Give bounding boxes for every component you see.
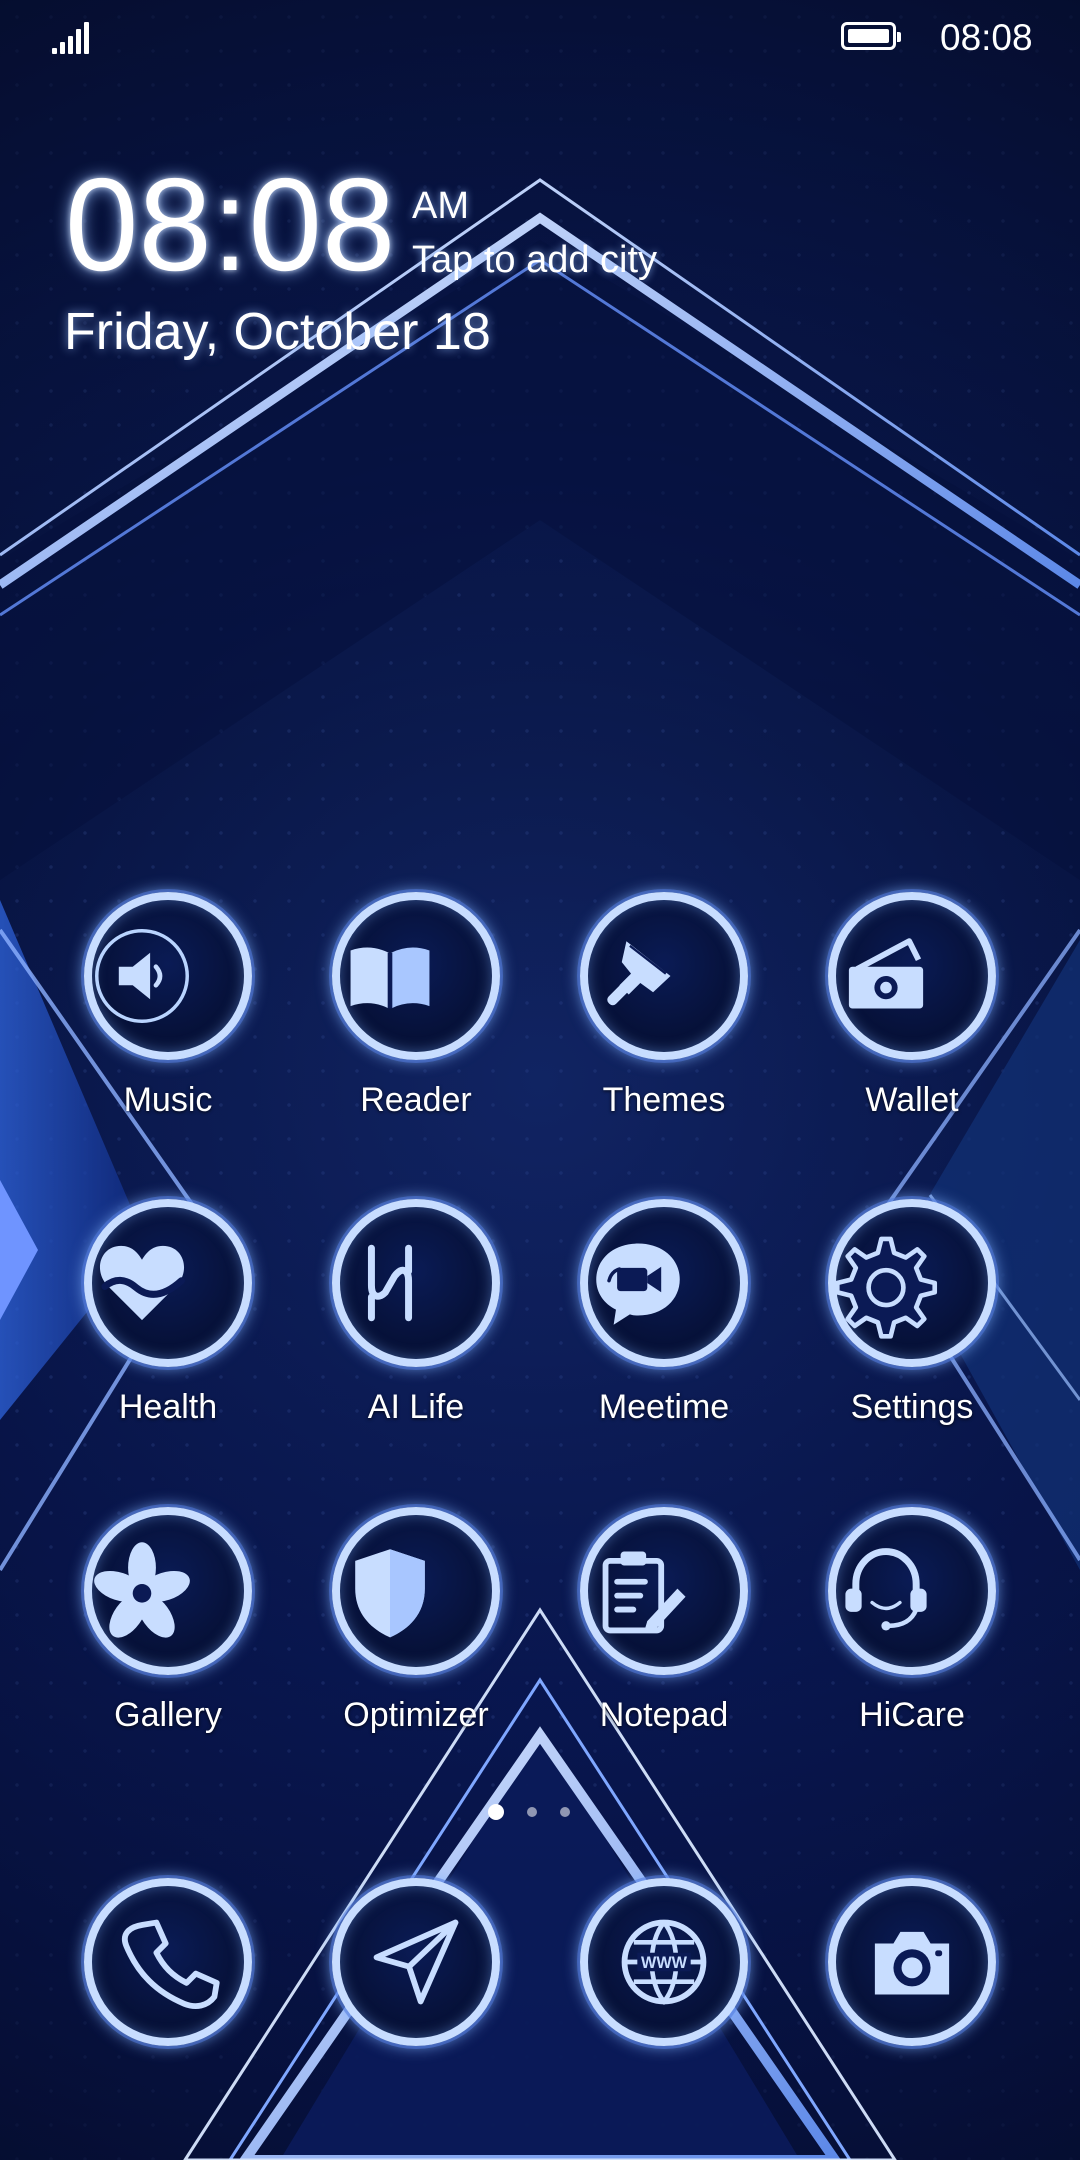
app-notepad[interactable]: Notepad bbox=[554, 1507, 774, 1767]
camera-icon bbox=[874, 1931, 950, 1995]
gear-icon bbox=[834, 1236, 938, 1339]
dock-camera[interactable] bbox=[828, 1878, 996, 2046]
app-ai-life[interactable]: AI Life bbox=[306, 1199, 526, 1459]
app-label: HiCare bbox=[859, 1696, 965, 1734]
send-icon bbox=[373, 1919, 459, 2005]
app-hicare[interactable]: HiCare bbox=[802, 1507, 1022, 1767]
video-chat-icon bbox=[596, 1243, 680, 1325]
app-label: Themes bbox=[602, 1081, 726, 1119]
dock-phone[interactable] bbox=[84, 1878, 252, 2046]
heart-icon bbox=[99, 1245, 185, 1321]
app-label: Wallet bbox=[865, 1081, 959, 1119]
shield-icon bbox=[355, 1549, 425, 1638]
dock-browser[interactable]: WWW bbox=[580, 1878, 748, 2046]
app-label: Settings bbox=[850, 1388, 974, 1426]
brush-icon bbox=[607, 941, 671, 1006]
app-meetime[interactable]: Meetime bbox=[554, 1199, 774, 1459]
app-label: Reader bbox=[360, 1081, 472, 1119]
app-optimizer[interactable]: Optimizer bbox=[306, 1507, 526, 1767]
book-icon bbox=[350, 947, 430, 1009]
speaker-icon bbox=[95, 929, 189, 1023]
app-wallet[interactable]: Wallet bbox=[802, 892, 1022, 1152]
notepad-icon bbox=[602, 1551, 686, 1634]
page-dot-active[interactable] bbox=[488, 1804, 504, 1820]
app-reader[interactable]: Reader bbox=[306, 892, 526, 1152]
app-themes[interactable]: Themes bbox=[554, 892, 774, 1152]
svg-text:WWW: WWW bbox=[641, 1954, 688, 1972]
flower-icon bbox=[94, 1542, 190, 1638]
app-label: AI Life bbox=[367, 1388, 465, 1426]
app-label: Gallery bbox=[114, 1696, 222, 1734]
page-dot[interactable] bbox=[560, 1807, 570, 1817]
app-settings[interactable]: Settings bbox=[802, 1199, 1022, 1459]
home-screen: 08:08 08:08 AM Tap to add city Friday, O… bbox=[0, 0, 1080, 2160]
app-label: Health bbox=[118, 1388, 218, 1426]
page-indicator[interactable] bbox=[488, 1800, 588, 1824]
phone-icon bbox=[121, 1919, 220, 2009]
app-label: Music bbox=[123, 1081, 213, 1119]
app-grid: Music Reader Themes Wallet Health AI Lif… bbox=[0, 0, 1080, 2160]
app-label: Optimizer bbox=[343, 1696, 489, 1734]
app-label: Meetime bbox=[598, 1388, 730, 1426]
app-music[interactable]: Music bbox=[58, 892, 278, 1152]
app-label: Notepad bbox=[599, 1696, 729, 1734]
page-dot[interactable] bbox=[527, 1807, 537, 1817]
wallet-icon bbox=[848, 938, 924, 1009]
ai-life-icon bbox=[367, 1244, 413, 1322]
headset-icon bbox=[845, 1548, 927, 1631]
dock-messages[interactable] bbox=[332, 1878, 500, 2046]
globe-icon: WWW bbox=[621, 1919, 707, 2005]
app-gallery[interactable]: Gallery bbox=[58, 1507, 278, 1767]
app-health[interactable]: Health bbox=[58, 1199, 278, 1459]
